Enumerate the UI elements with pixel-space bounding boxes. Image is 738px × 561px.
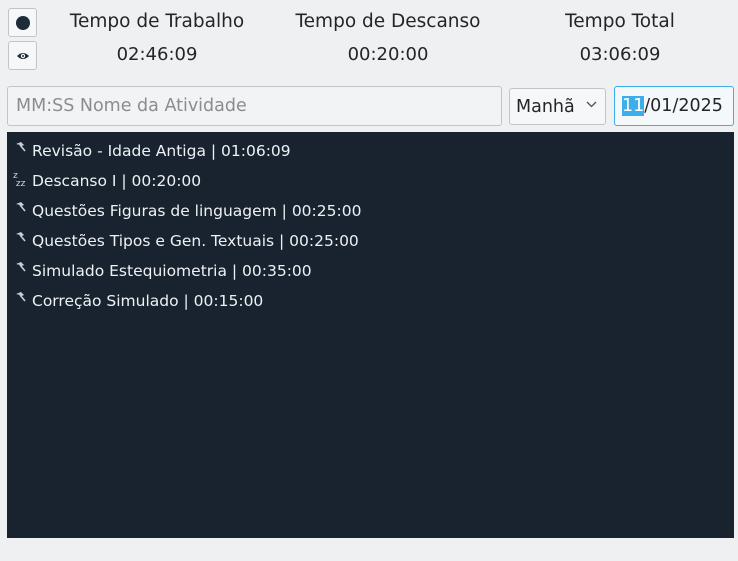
toggle-visibility-button[interactable] bbox=[8, 41, 37, 70]
date-day-selection: 11 bbox=[622, 96, 645, 116]
activity-input[interactable] bbox=[7, 86, 502, 126]
rest-time-title: Tempo de Descanso bbox=[295, 11, 481, 32]
period-select[interactable]: Manhã bbox=[509, 88, 606, 125]
record-button[interactable] bbox=[8, 8, 37, 37]
total-time-value: 03:06:09 bbox=[579, 44, 661, 65]
list-item[interactable]: Questões Tipos e Gen. Textuais | 00:25:0… bbox=[7, 226, 734, 256]
list-item-label: Correção Simulado | 00:15:00 bbox=[32, 292, 264, 310]
total-time-stat: Tempo Total 03:06:09 bbox=[510, 10, 730, 67]
chevron-down-icon bbox=[586, 101, 597, 108]
list-item[interactable]: Questões Figuras de linguagem | 00:25:00 bbox=[7, 196, 734, 226]
list-item-label: Questões Tipos e Gen. Textuais | 00:25:0… bbox=[32, 232, 359, 250]
list-item[interactable]: Revisão - Idade Antiga | 01:06:09 bbox=[7, 136, 734, 166]
hammer-icon bbox=[16, 292, 26, 302]
date-rest: /01/2025 bbox=[644, 96, 723, 116]
total-time-title: Tempo Total bbox=[565, 11, 675, 32]
eye-icon bbox=[16, 52, 29, 59]
period-select-value: Manhã bbox=[516, 96, 575, 117]
sleep-icon: z zz bbox=[13, 171, 26, 189]
list-item[interactable]: Simulado Estequiometria | 00:35:00 bbox=[7, 256, 734, 286]
list-item[interactable]: Correção Simulado | 00:15:00 bbox=[7, 286, 734, 316]
list-item[interactable]: z zz Descanso I | 00:20:00 bbox=[7, 166, 734, 196]
time-tracker-window: Tempo de Trabalho 02:46:09 Tempo de Desc… bbox=[0, 0, 738, 561]
activity-entry-row: Manhã 11/01/2025 bbox=[7, 86, 734, 126]
work-time-title: Tempo de Trabalho bbox=[69, 11, 245, 32]
list-item-label: Simulado Estequiometria | 00:35:00 bbox=[32, 262, 312, 280]
list-item-label: Descanso I | 00:20:00 bbox=[32, 172, 202, 190]
list-item-label: Questões Figuras de linguagem | 00:25:00 bbox=[32, 202, 362, 220]
hammer-icon bbox=[16, 262, 26, 272]
work-time-stat: Tempo de Trabalho 02:46:09 bbox=[47, 10, 267, 67]
record-icon bbox=[15, 15, 30, 30]
hammer-icon bbox=[16, 232, 26, 242]
list-item-label: Revisão - Idade Antiga | 01:06:09 bbox=[32, 142, 291, 160]
date-field[interactable]: 11/01/2025 bbox=[614, 86, 734, 126]
activity-list[interactable]: Revisão - Idade Antiga | 01:06:09 z zz Des… bbox=[7, 132, 734, 538]
rest-time-stat: Tempo de Descanso 00:20:00 bbox=[278, 10, 498, 67]
hammer-icon bbox=[16, 142, 26, 152]
rest-time-value: 00:20:00 bbox=[347, 44, 429, 65]
hammer-icon bbox=[16, 202, 26, 212]
work-time-value: 02:46:09 bbox=[116, 44, 198, 65]
